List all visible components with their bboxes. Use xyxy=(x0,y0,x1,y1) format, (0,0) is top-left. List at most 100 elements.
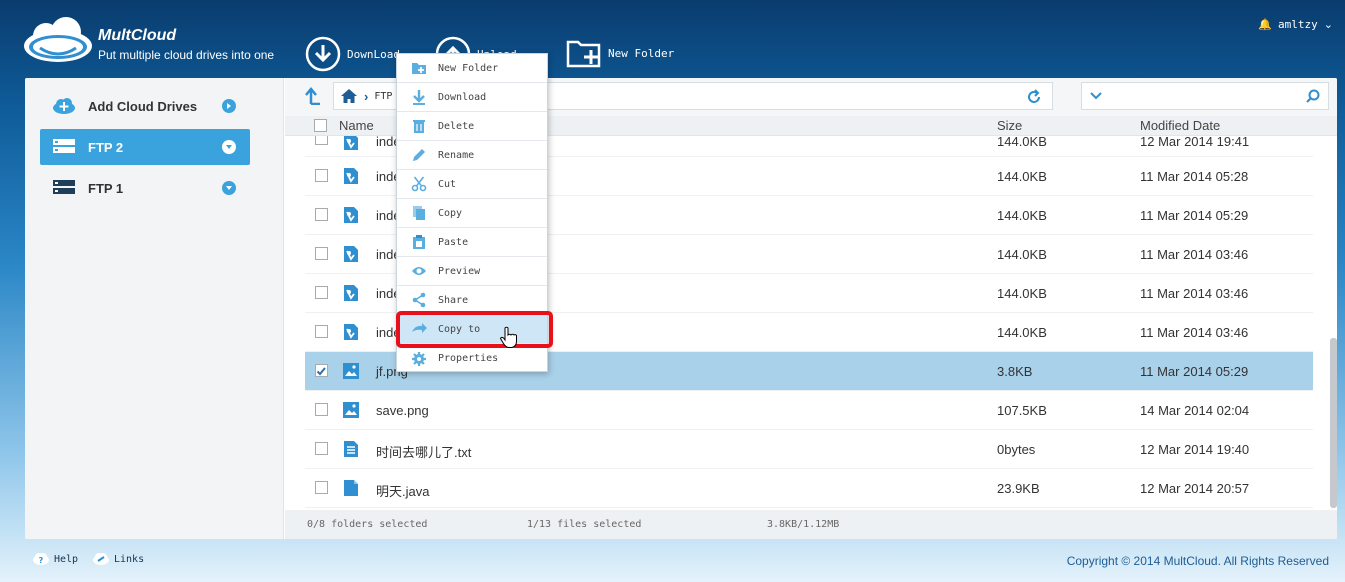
paste-icon xyxy=(411,234,427,250)
menu-item-preview[interactable]: Preview xyxy=(397,257,547,286)
row-checkbox[interactable] xyxy=(315,247,328,260)
chevron-right-icon xyxy=(222,99,236,113)
download-circle-icon xyxy=(305,36,341,72)
refresh-icon[interactable] xyxy=(1026,89,1042,105)
links-link[interactable]: Links xyxy=(92,552,144,566)
menu-item-copy-to[interactable]: Copy to xyxy=(397,315,547,344)
menu-item-label: Rename xyxy=(438,149,475,161)
search-input[interactable] xyxy=(1081,82,1329,110)
chevron-down-icon xyxy=(222,140,236,154)
row-checkbox[interactable] xyxy=(315,403,328,416)
chevron-down-icon[interactable] xyxy=(1090,91,1102,101)
table-row[interactable]: save.png 107.5KB 14 Mar 2014 02:04 xyxy=(305,391,1313,430)
breadcrumb-item-ftp[interactable]: FTP xyxy=(374,91,392,102)
file-size: 144.0KB xyxy=(997,286,1047,301)
size-selected: 3.8KB/1.12MB xyxy=(767,519,840,530)
row-checkbox[interactable] xyxy=(315,136,328,145)
menu-item-copy[interactable]: Copy xyxy=(397,199,547,228)
column-size[interactable]: Size xyxy=(997,118,1022,133)
new-folder-icon xyxy=(411,60,427,76)
file-size: 144.0KB xyxy=(997,325,1047,340)
help-icon: ? xyxy=(33,553,49,565)
archive-file-icon xyxy=(342,323,360,341)
file-name[interactable]: 时间去哪儿了.txt xyxy=(376,442,471,461)
file-size: 144.0KB xyxy=(997,208,1047,223)
file-size: 144.0KB xyxy=(997,136,1047,149)
row-checkbox[interactable] xyxy=(315,169,328,182)
user-menu[interactable]: 🔔 amltzy ⌄ xyxy=(1258,18,1333,31)
new-folder-toolbar-icon xyxy=(566,40,601,68)
chevron-down-icon xyxy=(222,181,236,195)
file-date: 11 Mar 2014 03:46 xyxy=(1140,286,1249,301)
java-file-icon xyxy=(342,479,360,497)
menu-item-label: Delete xyxy=(438,120,475,132)
select-all-checkbox[interactable] xyxy=(314,119,327,132)
menu-item-share[interactable]: Share xyxy=(397,286,547,315)
sidebar-item-ftp-2[interactable]: FTP 2 xyxy=(40,129,250,165)
row-checkbox[interactable] xyxy=(315,325,328,338)
file-date: 12 Mar 2014 20:57 xyxy=(1140,481,1250,496)
row-checkbox[interactable] xyxy=(315,481,328,494)
menu-item-label: Paste xyxy=(438,236,469,248)
file-date: 11 Mar 2014 03:46 xyxy=(1140,247,1249,262)
bell-icon: 🔔 xyxy=(1258,19,1273,31)
sidebar-item-label: FTP 2 xyxy=(88,139,124,155)
context-menu: New Folder Download Delete Rename Cut Copy Pas… xyxy=(396,53,548,372)
table-row[interactable]: 时间去哪儿了.txt 0bytes 12 Mar 2014 19:40 xyxy=(305,430,1313,469)
sidebar-item-label: FTP 1 xyxy=(88,180,124,196)
sidebar: Add Cloud Drives FTP 2 FTP 1 xyxy=(25,78,284,539)
new-folder-button[interactable]: New Folder xyxy=(566,36,674,70)
file-date: 11 Mar 2014 05:29 xyxy=(1140,208,1249,223)
row-checkbox[interactable] xyxy=(315,442,328,455)
file-date: 12 Mar 2014 19:40 xyxy=(1140,442,1250,457)
svg-text:?: ? xyxy=(39,556,44,565)
download-button[interactable]: DownLoad xyxy=(305,36,400,72)
share-icon xyxy=(411,292,427,308)
menu-item-label: Copy to xyxy=(438,323,481,335)
help-link[interactable]: ? Help xyxy=(32,552,78,566)
file-name[interactable]: 明天.java xyxy=(376,481,429,500)
file-size: 144.0KB xyxy=(997,247,1047,262)
menu-item-cut[interactable]: Cut xyxy=(397,170,547,199)
copy-icon xyxy=(411,205,427,221)
gear-icon xyxy=(411,351,427,367)
row-checkbox[interactable] xyxy=(315,208,328,221)
download-icon xyxy=(411,89,427,105)
scissors-icon xyxy=(411,176,427,192)
column-name[interactable]: Name xyxy=(339,118,374,133)
archive-file-icon xyxy=(342,167,360,185)
brand-tagline: Put multiple cloud drives into one xyxy=(98,48,275,62)
scrollbar[interactable] xyxy=(1330,338,1337,508)
main-panel: Add Cloud Drives FTP 2 FTP 1 › FTP Name … xyxy=(25,78,1337,539)
menu-item-new-folder[interactable]: New Folder xyxy=(397,54,547,83)
up-arrow-icon[interactable] xyxy=(305,87,321,105)
sidebar-item-add-cloud-drives[interactable]: Add Cloud Drives xyxy=(40,88,250,124)
folders-selected: 0/8 folders selected xyxy=(307,519,428,530)
home-icon[interactable] xyxy=(340,88,358,104)
row-checkbox[interactable] xyxy=(315,286,328,299)
sidebar-item-ftp-1[interactable]: FTP 1 xyxy=(40,170,250,206)
menu-item-paste[interactable]: Paste xyxy=(397,228,547,257)
menu-item-download[interactable]: Download xyxy=(397,83,547,112)
archive-file-icon xyxy=(342,245,360,263)
column-modified[interactable]: Modified Date xyxy=(1140,118,1220,133)
ftp-server-icon xyxy=(53,139,75,153)
menu-item-label: Share xyxy=(438,294,469,306)
menu-item-rename[interactable]: Rename xyxy=(397,141,547,170)
file-date: 11 Mar 2014 03:46 xyxy=(1140,325,1249,340)
menu-item-properties[interactable]: Properties xyxy=(397,344,547,373)
copy-to-icon xyxy=(411,321,427,337)
menu-item-label: Cut xyxy=(438,178,457,190)
copyright-text: Copyright © 2014 MultCloud. All Rights R… xyxy=(1066,554,1329,568)
status-bar: 0/8 folders selected 1/13 files selected… xyxy=(285,510,1337,539)
search-icon[interactable] xyxy=(1306,89,1320,103)
multcloud-logo-icon xyxy=(24,17,92,62)
menu-item-delete[interactable]: Delete xyxy=(397,112,547,141)
file-date: 14 Mar 2014 02:04 xyxy=(1140,403,1250,418)
table-row[interactable]: 明天.java 23.9KB 12 Mar 2014 20:57 xyxy=(305,469,1313,508)
new-folder-label: New Folder xyxy=(608,46,675,60)
links-label: Links xyxy=(114,553,145,565)
menu-item-label: Properties xyxy=(438,353,499,364)
file-name[interactable]: save.png xyxy=(376,403,429,418)
row-checkbox[interactable] xyxy=(315,364,328,377)
